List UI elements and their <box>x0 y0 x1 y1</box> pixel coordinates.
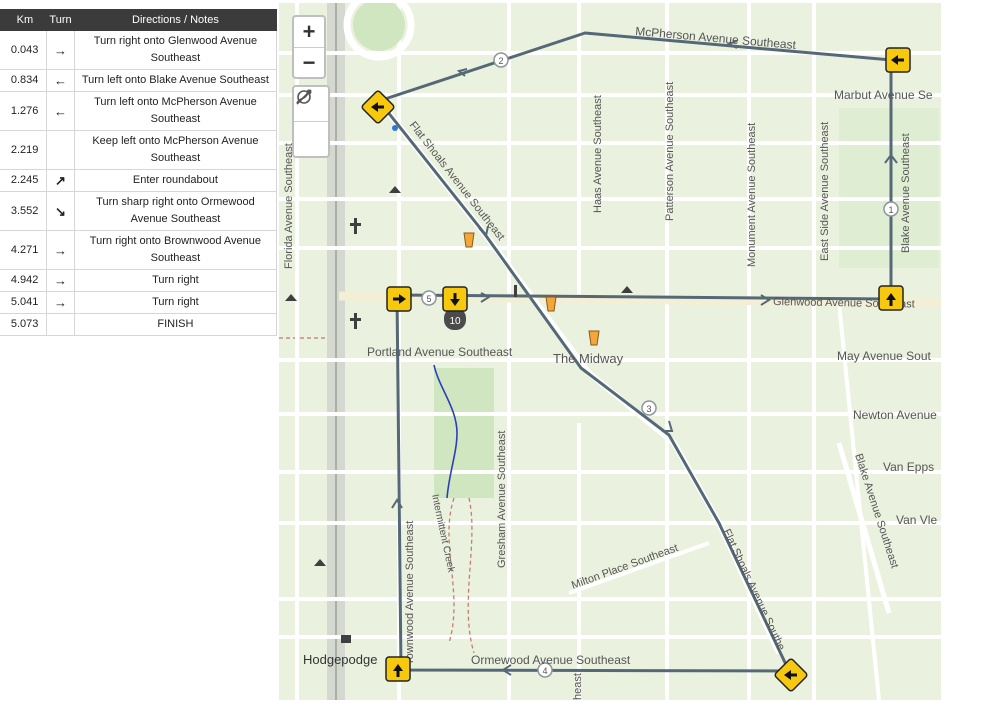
table-row[interactable]: 2.219 Keep left onto McPherson Avenue Sou… <box>0 130 278 170</box>
turn-arrow-icon: → <box>46 291 75 314</box>
turn-sign-blake-left[interactable] <box>885 47 911 73</box>
bar-icon <box>588 330 600 346</box>
turn-sign-start[interactable] <box>878 285 904 311</box>
label-van-epps: Van Epps <box>883 460 934 474</box>
turn-sign-brownwood[interactable] <box>385 656 411 682</box>
turn-arrow-icon: ↘ <box>46 191 75 231</box>
label-haas: Haas Avenue Southeast <box>592 95 604 213</box>
label-portland: Portland Avenue Southeast <box>367 345 513 359</box>
cell-note: FINISH <box>74 313 278 336</box>
cafe-icon <box>341 635 351 643</box>
label-van-vleck: Van Vle <box>896 513 937 527</box>
table-row[interactable]: 0.043 → Turn right onto Glenwood Avenue So… <box>0 31 278 70</box>
svg-text:5: 5 <box>426 294 431 304</box>
cell-note: Turn sharp right onto Ormewood Avenue So… <box>74 191 278 231</box>
green-area <box>839 108 939 268</box>
zoom-control: + − <box>292 15 326 79</box>
label-blake-north: Blake Avenue Southeast <box>900 133 912 253</box>
table-row[interactable]: 4.942 → Turn right <box>0 269 278 292</box>
label-florida: Florida Avenue Southeast <box>283 143 295 269</box>
svg-text:2: 2 <box>498 56 503 66</box>
turn-arrow-icon: → <box>46 230 75 270</box>
col-header-notes: Directions / Notes <box>74 9 277 31</box>
label-brownwood: rownwood Avenue Southeast <box>404 521 416 663</box>
turn-arrow-icon: → <box>46 31 75 70</box>
label-gresham: Gresham Avenue Southeast <box>496 431 508 568</box>
cell-note: Turn right onto Glenwood Avenue Southeas… <box>74 31 278 70</box>
zoom-in-button[interactable]: + <box>294 17 324 48</box>
cell-note: Keep left onto McPherson Avenue Southeas… <box>74 130 278 170</box>
svg-text:3: 3 <box>646 404 651 414</box>
svg-text:10: 10 <box>449 316 461 327</box>
cell-note: Turn left onto Blake Avenue Southeast <box>74 69 278 92</box>
cue-header-row: Km Turn Directions / Notes <box>0 9 277 31</box>
table-row[interactable]: 1.276 ← Turn left onto McPherson Avenue So… <box>0 91 278 131</box>
col-header-km: Km <box>3 9 47 31</box>
label-monument: Monument Avenue Southeast <box>746 123 758 267</box>
cell-note: Turn right <box>74 269 278 292</box>
turn-sign-right-1[interactable] <box>386 286 412 312</box>
waypoint-3[interactable]: 3 <box>641 400 657 416</box>
table-row[interactable]: 5.073 FINISH <box>0 313 278 336</box>
label-patterson: Patterson Avenue Southeast <box>664 82 676 221</box>
label-newton: Newton Avenue <box>853 408 937 422</box>
table-row[interactable]: 5.041 → Turn right <box>0 291 278 314</box>
label-may: May Avenue Sout <box>837 349 932 363</box>
cell-km: 4.271 <box>3 230 48 270</box>
table-row[interactable]: 3.552 ↘ Turn sharp right onto Ormewood Ave… <box>0 191 278 231</box>
bar-icon <box>545 296 557 312</box>
cue-sheet-table: Km Turn Directions / Notes 0.043 → Turn ri… <box>0 9 278 336</box>
location-dot <box>392 125 398 131</box>
cell-note: Enter roundabout <box>74 169 278 192</box>
label-heast: heast <box>572 673 584 700</box>
label-the-midway: The Midway <box>553 351 624 366</box>
route-map[interactable]: 1 2 3 4 5 McPherson Avenue Southeast Mar… <box>279 3 941 700</box>
turn-arrow-icon <box>46 130 75 170</box>
zoom-out-button[interactable]: − <box>294 48 324 78</box>
waypoint-5[interactable]: 5 <box>421 290 437 306</box>
cell-km: 1.276 <box>3 91 48 131</box>
cell-note: Turn right <box>74 291 278 314</box>
cell-km: 5.041 <box>3 291 48 314</box>
turn-arrow-icon: → <box>46 269 75 292</box>
turn-arrow-icon: ↗ <box>46 169 75 192</box>
bar-icon <box>463 232 475 248</box>
table-row[interactable]: 4.271 → Turn right onto Brownwood Avenue S… <box>0 230 278 270</box>
turn-arrow-icon <box>46 313 75 336</box>
map-tools <box>292 85 330 158</box>
cell-km: 5.073 <box>3 313 48 336</box>
map-canvas[interactable]: 1 2 3 4 5 McPherson Avenue Southeast Mar… <box>279 3 941 700</box>
draw-route-icon <box>296 89 312 104</box>
turn-arrow-icon: ← <box>46 69 75 92</box>
cell-km: 4.942 <box>3 269 48 292</box>
cell-note: Turn left onto McPherson Avenue Southeas… <box>74 91 278 131</box>
table-row[interactable]: 0.834 ← Turn left onto Blake Avenue Southe… <box>0 69 278 92</box>
label-marbut: Marbut Avenue Se <box>834 88 933 102</box>
turn-arrow-icon: ← <box>46 91 75 131</box>
cell-km: 2.245 <box>3 169 48 192</box>
cell-km: 0.834 <box>3 69 48 92</box>
label-ormewood: Ormewood Avenue Southeast <box>471 653 631 667</box>
label-hodgepodge: Hodgepodge <box>303 652 377 667</box>
draw-route-button[interactable] <box>294 89 328 156</box>
cell-note: Turn right onto Brownwood Avenue Southea… <box>74 230 278 270</box>
col-header-turn: Turn <box>46 9 75 31</box>
svg-text:1: 1 <box>888 205 893 215</box>
cell-km: 2.219 <box>3 130 48 170</box>
svg-text:4: 4 <box>542 666 547 676</box>
table-row[interactable]: 2.245 ↗ Enter roundabout <box>0 169 278 192</box>
waypoint-2[interactable]: 2 <box>493 52 509 68</box>
waypoint-1[interactable]: 1 <box>883 201 899 217</box>
bus-stop-icon <box>514 285 517 297</box>
turn-sign-finish[interactable]: 10 <box>442 286 468 330</box>
label-east-side: East Side Avenue Southeast <box>819 122 831 261</box>
cell-km: 0.043 <box>3 31 48 70</box>
cell-km: 3.552 <box>3 191 48 231</box>
